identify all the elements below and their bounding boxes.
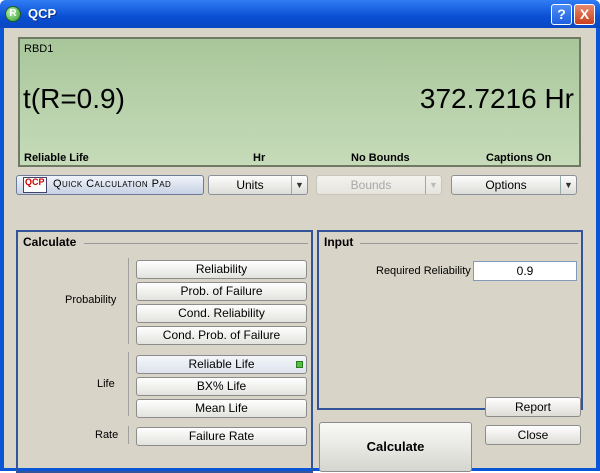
qcp-window: R QCP ? X RBD1 t(R=0.9) 372.7216 Hr Reli… bbox=[0, 0, 600, 473]
units-dropdown[interactable]: Units ▼ bbox=[208, 175, 308, 195]
qcp-label: Quick Calculation Pad bbox=[53, 178, 172, 190]
help-button[interactable]: ? bbox=[551, 4, 572, 25]
close-button[interactable]: Close bbox=[485, 425, 581, 445]
footer-units: Hr bbox=[253, 152, 266, 164]
bx-life-button[interactable]: BX% Life bbox=[136, 377, 307, 396]
window-title: QCP bbox=[28, 6, 57, 21]
title-bar[interactable]: R QCP ? X bbox=[0, 0, 600, 28]
probability-group-label: Probability bbox=[65, 294, 117, 306]
input-title: Input bbox=[324, 235, 354, 249]
quick-calculation-pad-button[interactable]: QCP Quick Calculation Pad bbox=[16, 175, 204, 195]
reliability-button[interactable]: Reliability bbox=[136, 260, 307, 279]
bounds-label: Bounds bbox=[350, 178, 392, 192]
reliable-life-label: Reliable Life bbox=[188, 357, 255, 371]
client-area: RBD1 t(R=0.9) 372.7216 Hr Reliable Life … bbox=[4, 28, 596, 473]
model-name: RBD1 bbox=[24, 43, 54, 55]
input-panel: Input Required Reliability bbox=[317, 230, 583, 410]
options-dropdown[interactable]: Options ▼ bbox=[451, 175, 577, 195]
divider bbox=[128, 258, 129, 344]
units-label: Units bbox=[236, 178, 264, 192]
mean-life-button[interactable]: Mean Life bbox=[136, 399, 307, 418]
bounds-dropdown: Bounds ▼ bbox=[316, 175, 442, 195]
qcp-icon-text: QCP bbox=[25, 177, 45, 187]
result-function: t(R=0.9) bbox=[23, 83, 125, 114]
calculate-panel: Calculate Probability Reliability Prob. … bbox=[16, 230, 313, 473]
footer-bounds: No Bounds bbox=[351, 152, 410, 164]
chevron-down-icon[interactable]: ▼ bbox=[291, 176, 307, 194]
selected-indicator-icon bbox=[296, 361, 303, 368]
rate-group-label: Rate bbox=[95, 429, 119, 441]
chevron-down-icon: ▼ bbox=[425, 176, 441, 194]
life-group-label: Life bbox=[97, 378, 115, 390]
divider bbox=[84, 243, 308, 244]
cond-prob-of-failure-button[interactable]: Cond. Prob. of Failure bbox=[136, 326, 307, 345]
divider bbox=[360, 243, 578, 244]
close-window-button[interactable]: X bbox=[574, 4, 595, 25]
report-button[interactable]: Report bbox=[485, 397, 581, 417]
divider bbox=[128, 426, 129, 444]
results-display: RBD1 t(R=0.9) 372.7216 Hr Reliable Life … bbox=[18, 37, 581, 167]
result-value: 372.7216 Hr bbox=[419, 83, 574, 114]
prob-of-failure-button[interactable]: Prob. of Failure bbox=[136, 282, 307, 301]
divider bbox=[128, 352, 129, 416]
qcp-app-icon: R bbox=[5, 6, 21, 22]
qcp-icon: QCP bbox=[23, 177, 47, 193]
options-label: Options bbox=[485, 178, 527, 192]
calculate-title: Calculate bbox=[23, 235, 77, 249]
chevron-down-icon[interactable]: ▼ bbox=[560, 176, 576, 194]
required-reliability-input[interactable] bbox=[473, 261, 577, 281]
failure-rate-button[interactable]: Failure Rate bbox=[136, 427, 307, 446]
cond-reliability-button[interactable]: Cond. Reliability bbox=[136, 304, 307, 323]
calculate-button[interactable]: Calculate bbox=[319, 422, 472, 472]
required-reliability-label: Required Reliability bbox=[376, 265, 471, 277]
footer-mode: Reliable Life bbox=[24, 152, 89, 164]
reliable-life-button[interactable]: Reliable Life bbox=[136, 355, 307, 374]
footer-captions: Captions On bbox=[486, 152, 552, 164]
